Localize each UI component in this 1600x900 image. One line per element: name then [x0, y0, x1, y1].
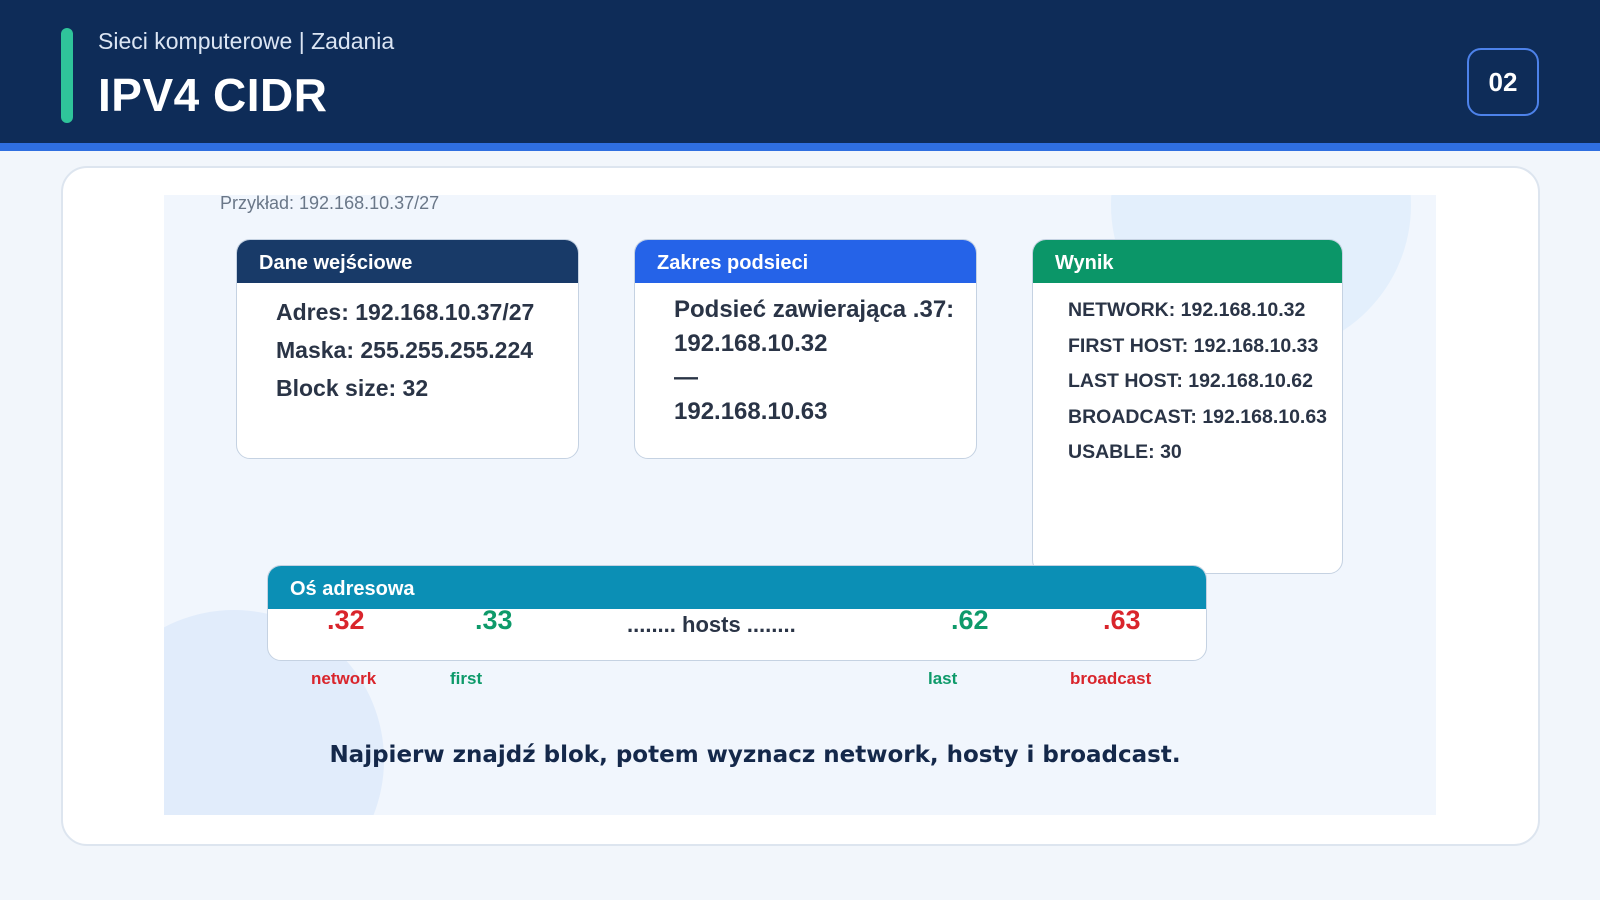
example-caption: Przykład: 192.168.10.37/27 — [220, 193, 440, 213]
axis-value-network: .32 — [327, 605, 365, 635]
accent-bar — [61, 28, 73, 123]
axis-label-broadcast: broadcast — [1070, 669, 1152, 688]
result-line: USABLE: 30 — [1068, 441, 1182, 463]
result-box-title: Wynik — [1033, 240, 1342, 283]
page-title: IPV4 CIDR — [98, 69, 328, 121]
axis-value-broadcast: .63 — [1103, 605, 1141, 635]
footer-note: Najpierw znajdź blok, potem wyznacz netw… — [329, 742, 1181, 768]
input-line: Adres: 192.168.10.37/27 — [276, 299, 535, 325]
subnet-range-box-title: Zakres podsieci — [635, 240, 976, 283]
axis-value-first: .33 — [475, 605, 513, 635]
range-line: 192.168.10.63 — [674, 398, 828, 425]
axis-label-last: last — [928, 669, 958, 688]
input-data-box-title: Dane wejściowe — [237, 240, 578, 283]
input-line: Maska: 255.255.255.224 — [276, 337, 534, 363]
axis-label-network: network — [311, 669, 377, 688]
range-line: 192.168.10.32 — [674, 330, 828, 357]
result-box: Wynik NETWORK: 192.168.10.32 FIRST HOST:… — [1032, 239, 1343, 574]
range-line: — — [674, 364, 698, 391]
range-line: Podsieć zawierająca .37: — [674, 296, 955, 323]
result-line: BROADCAST: 192.168.10.63 — [1068, 405, 1328, 428]
result-line: NETWORK: 192.168.10.32 — [1068, 299, 1306, 321]
result-line: FIRST HOST: 192.168.10.33 — [1068, 334, 1319, 357]
axis-value-last: .62 — [951, 605, 989, 635]
axis-label-first: first — [450, 669, 483, 688]
header-stripe — [0, 143, 1600, 151]
axis-hosts-text: ........ hosts ........ — [627, 612, 796, 637]
address-axis-box-title: Oś adresowa — [268, 566, 1206, 609]
header-subtitle: Sieci komputerowe | Zadania — [98, 28, 395, 54]
result-line: LAST HOST: 192.168.10.62 — [1068, 370, 1313, 392]
slide-number-badge: 02 — [1467, 48, 1539, 116]
subnet-range-box: Zakres podsieci Podsieć zawierająca .37:… — [634, 239, 977, 459]
input-line: Block size: 32 — [276, 375, 429, 401]
input-data-box: Dane wejściowe Adres: 192.168.10.37/27 M… — [236, 239, 579, 459]
